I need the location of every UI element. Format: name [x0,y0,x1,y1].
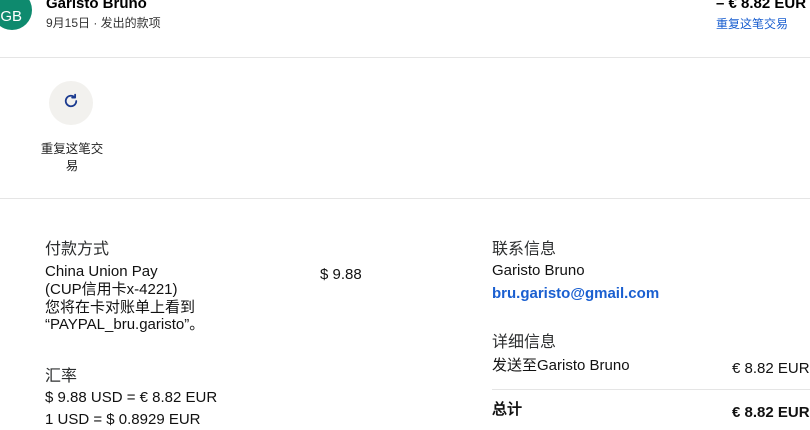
exchange-rate-line1: $ 9.88 USD = € 8.82 EUR [45,389,218,406]
recipient-name: Garisto Bruno [46,0,147,12]
contact-info-title: 联系信息 [492,241,557,258]
repeat-transaction-button[interactable] [49,81,93,125]
avatar: GB [0,0,32,30]
payment-method-title: 付款方式 [45,241,110,258]
transaction-amount: – € 8.82 EUR [716,0,807,12]
transaction-subtitle: 9月15日 · 发出的款项 [46,16,161,30]
statement-note: 您将在卡对账单上看到 [45,299,196,316]
repeat-transaction-link[interactable]: 重复这笔交易 [716,15,788,32]
statement-descriptor: “PAYPAL_bru.garisto”。 [45,316,205,333]
payment-card-info: (CUP信用卡x-4221) [45,281,178,298]
actions-divider [0,198,810,199]
refresh-icon [62,92,80,115]
header-divider [0,57,810,58]
total-label: 总计 [492,401,523,418]
details-divider [492,389,810,390]
exchange-rate-line2: 1 USD = $ 0.8929 EUR [45,411,201,428]
details-title: 详细信息 [492,334,557,351]
exchange-rate-title: 汇率 [45,368,78,385]
payment-amount: $ 9.88 [320,266,362,283]
payment-method-name: China Union Pay [45,263,158,280]
repeat-transaction-label: 重复这笔交易 [40,142,104,173]
sent-to-amount: € 8.82 EUR [732,360,810,377]
avatar-initials: GB [0,7,22,25]
total-amount: € 8.82 EUR [732,404,810,421]
sent-to-label: 发送至Garisto Bruno [492,357,630,374]
contact-name: Garisto Bruno [492,262,585,279]
contact-email-link[interactable]: bru.garisto@gmail.com [492,285,659,302]
